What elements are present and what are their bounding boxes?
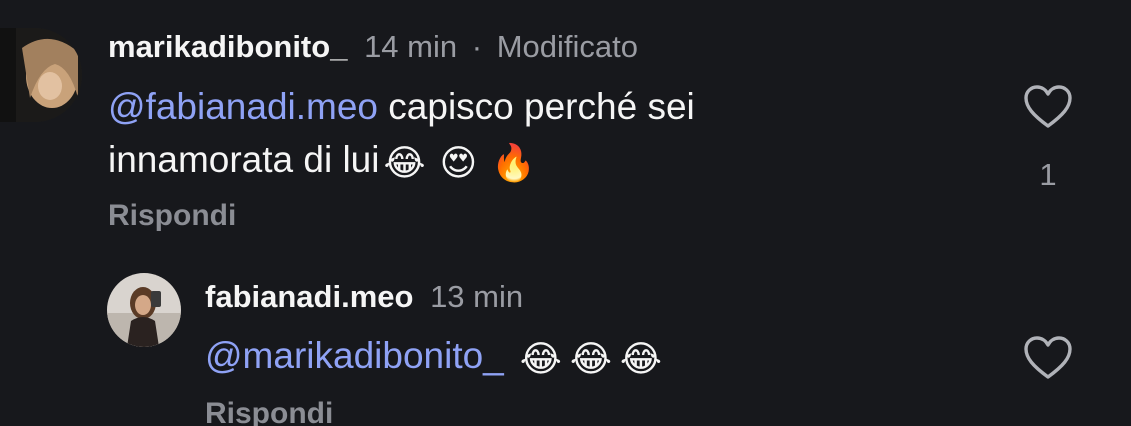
comment-text: @marikadibonito_ 😂 😂 😂 [205,329,985,385]
reply-button[interactable]: Rispondi [205,396,333,426]
comment-header: fabianadi.meo 13 min [205,277,523,317]
emoji: 😂 [519,338,562,379]
avatar[interactable] [107,273,181,347]
separator: · [471,29,483,64]
edited-label: Modificato [496,29,638,64]
emoji: 😍 [439,142,478,183]
comment-text-part: capisco perché sei [378,86,695,127]
like-count: 1 [1039,157,1057,192]
mention-link[interactable]: @fabianadi.meo [108,86,378,127]
emoji: 😂 [569,338,612,379]
reply-button[interactable]: Rispondi [108,198,236,234]
emoji: 😂 [383,142,426,183]
heart-outline-icon[interactable] [1023,85,1073,129]
avatar[interactable] [0,28,82,122]
username[interactable]: fabianadi.meo [205,279,413,314]
emoji: 😂 [619,338,662,379]
timestamp: 13 min [430,279,524,314]
comments-thread: marikadibonito_ 14 min · Modificato @fab… [0,0,1131,426]
username[interactable]: marikadibonito_ [108,29,347,64]
timestamp: 14 min [364,29,458,64]
comment-header: marikadibonito_ 14 min · Modificato [108,27,638,67]
heart-outline-icon[interactable] [1023,336,1073,380]
emoji: 🔥 [491,142,536,183]
comment-text-part: innamorata di lui [108,139,380,180]
mention-link[interactable]: @marikadibonito_ [205,335,504,376]
comment-text: @fabianadi.meo capisco perché sei innamo… [108,80,988,189]
